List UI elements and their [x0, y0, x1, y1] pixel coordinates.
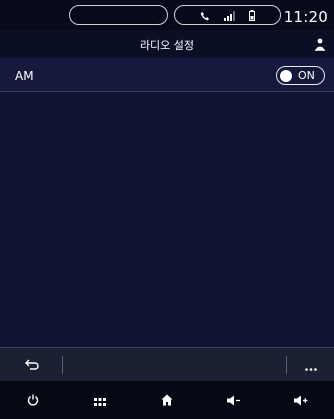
page-title: 라디오 설정 — [139, 39, 195, 52]
actionbar-divider-right — [286, 356, 287, 374]
nav-bar — [0, 381, 334, 419]
person-icon[interactable] — [315, 36, 325, 55]
phone-icon — [200, 6, 210, 25]
title-bar: 라디오 설정 — [0, 30, 334, 57]
back-arrow-icon — [25, 356, 39, 375]
actionbar-divider-left — [62, 356, 63, 374]
action-bar — [0, 347, 334, 381]
clock: 11:20 — [283, 8, 328, 26]
volume-up-button[interactable] — [267, 381, 334, 419]
volume-down-button[interactable] — [200, 381, 267, 419]
apps-grid-icon — [94, 391, 107, 410]
toggle-state: ON — [298, 69, 315, 82]
power-button[interactable] — [0, 381, 67, 419]
more-button[interactable] — [300, 355, 322, 375]
power-icon — [27, 391, 39, 410]
settings-content — [0, 92, 334, 347]
more-dots-icon — [305, 356, 317, 375]
signal-icon — [224, 6, 235, 25]
toggle-knob — [280, 69, 292, 82]
apps-button[interactable] — [67, 381, 134, 419]
volume-up-icon — [293, 391, 308, 410]
volume-down-icon — [226, 391, 241, 410]
home-icon — [161, 391, 173, 410]
am-label: AM — [15, 69, 34, 83]
home-button[interactable] — [134, 381, 201, 419]
status-bar: 11:20 — [0, 0, 334, 30]
am-setting-row: AM ON — [0, 58, 334, 92]
status-pill-right[interactable] — [174, 5, 281, 25]
back-button[interactable] — [20, 355, 44, 375]
radio-settings-screen: 11:20 라디오 설정 AM ON — [0, 0, 334, 419]
status-pill-left[interactable] — [69, 5, 168, 25]
battery-icon — [249, 6, 255, 25]
am-toggle[interactable]: ON — [276, 66, 325, 85]
